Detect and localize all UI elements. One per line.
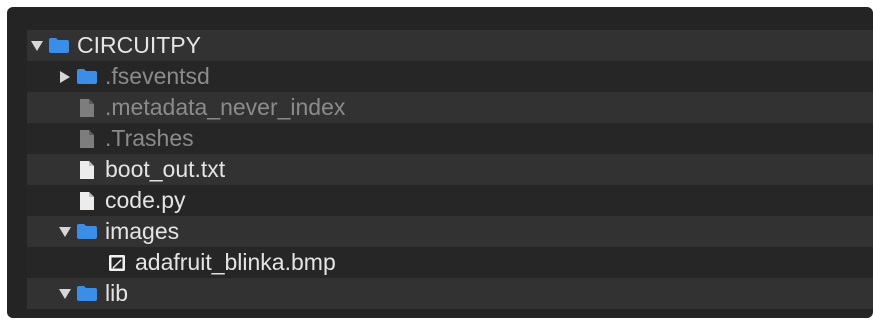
tree-row-adafruit-blinka-bmp[interactable]: adafruit_blinka.bmp: [27, 247, 873, 278]
expand-toggle[interactable]: [27, 40, 47, 51]
file-icon: [75, 191, 99, 211]
expand-toggle[interactable]: [55, 226, 75, 237]
chevron-down-icon[interactable]: [59, 226, 71, 237]
folder-icon: [75, 285, 99, 302]
tree-item-label: .fseventsd: [105, 63, 210, 89]
tree-item-label: lib: [105, 280, 129, 306]
tree-item-label: code.py: [105, 187, 186, 213]
tree-row-boot-out-txt[interactable]: boot_out.txt: [27, 154, 873, 185]
folder-icon: [47, 37, 71, 54]
tree-row-code-py[interactable]: code.py: [27, 185, 873, 216]
tree-item-label: adafruit_blinka.bmp: [135, 249, 336, 275]
file-icon: [75, 129, 99, 149]
tree-row-trashes[interactable]: .Trashes: [27, 123, 873, 154]
chevron-right-icon[interactable]: [60, 70, 70, 83]
file-icon: [75, 98, 99, 118]
tree-item-label: boot_out.txt: [105, 156, 226, 182]
tree-row-circuitpy[interactable]: CIRCUITPY: [27, 30, 873, 61]
tree-row-fseventsd[interactable]: .fseventsd: [27, 61, 873, 92]
tree-item-label: images: [105, 218, 180, 244]
finder-window: CIRCUITPY .fseventsd .metadata_never_ind…: [7, 7, 873, 318]
chevron-down-icon[interactable]: [31, 40, 43, 51]
tree-row-metadata-never-index[interactable]: .metadata_never_index: [27, 92, 873, 123]
expand-toggle[interactable]: [55, 70, 75, 83]
file-icon: [75, 160, 99, 180]
chevron-down-icon[interactable]: [59, 288, 71, 299]
tree-row-lib[interactable]: lib: [27, 278, 873, 309]
folder-icon: [75, 68, 99, 85]
tree-row-images[interactable]: images: [27, 216, 873, 247]
image-file-icon: [105, 254, 129, 272]
folder-icon: [75, 223, 99, 240]
tree-item-label: CIRCUITPY: [77, 32, 201, 58]
tree-item-label: .metadata_never_index: [105, 94, 346, 120]
tree-item-label: .Trashes: [105, 125, 194, 151]
expand-toggle[interactable]: [55, 288, 75, 299]
file-tree: CIRCUITPY .fseventsd .metadata_never_ind…: [27, 30, 873, 309]
